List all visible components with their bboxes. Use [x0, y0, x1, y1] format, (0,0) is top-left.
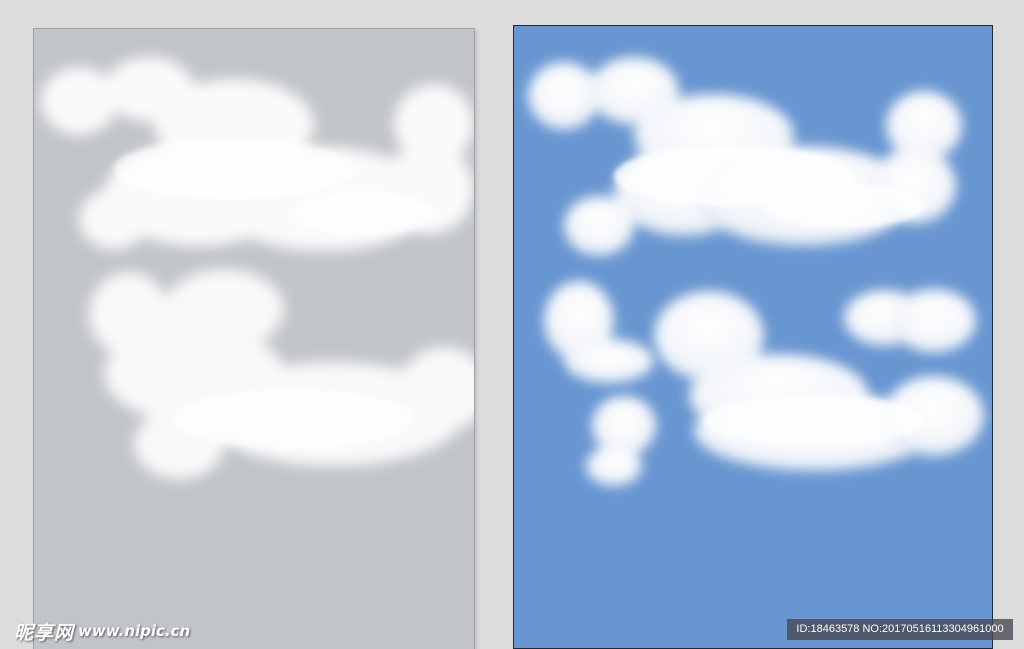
watermark-url: www.nipic.cn	[78, 622, 191, 640]
artboard-blue-background[interactable]	[513, 25, 993, 649]
artboard-gray-background[interactable]	[33, 28, 475, 649]
cloud-shape-small-bottom	[586, 396, 656, 486]
cloud-shape-right	[844, 289, 976, 353]
image-id-banner: ID:18463578 NO:20170516113304961000	[787, 619, 1013, 640]
canvas-workspace: 昵享网 www.nipic.cn ID:18463578 NO:20170516…	[0, 0, 1024, 649]
cloud-layer-left	[41, 57, 474, 479]
cloud-layer-right	[528, 57, 984, 486]
cloud-shape-small-left	[544, 281, 654, 383]
watermark-logo-text: 昵享网	[14, 621, 75, 644]
site-watermark: 昵享网 www.nipic.cn	[14, 618, 190, 644]
